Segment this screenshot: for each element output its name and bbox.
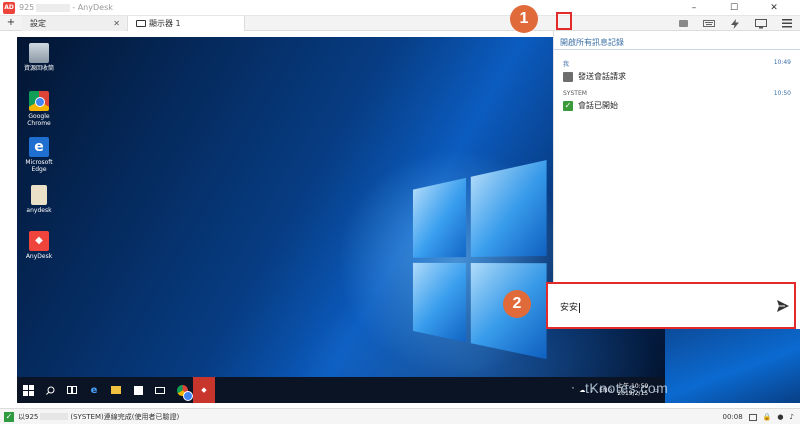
chat-input[interactable]: 安安	[560, 300, 760, 313]
taskbar-mail[interactable]	[149, 377, 171, 403]
remote-taskbar: e ◆ ˄ ☁ ♪ ENG 上午 10:59 2019/2/15 ▭	[17, 377, 665, 403]
folder-icon	[111, 386, 121, 394]
chat-button[interactable]	[670, 16, 696, 31]
monitor-icon	[136, 20, 146, 27]
close-button[interactable]: ✕	[754, 0, 794, 16]
lock-icon[interactable]: 🔒	[763, 413, 772, 421]
audio-icon[interactable]: ♪	[790, 413, 794, 421]
task-view-icon	[67, 386, 77, 394]
taskbar-explorer[interactable]	[105, 377, 127, 403]
send-icon[interactable]	[776, 299, 790, 313]
chat-input-value: 安安	[560, 303, 579, 313]
desktop-icon-anydesk-folder[interactable]: anydesk	[21, 185, 57, 214]
chat-button-highlight	[556, 12, 572, 30]
title-app: - AnyDesk	[72, 3, 113, 12]
edge-icon: e	[29, 137, 49, 157]
start-button[interactable]	[17, 377, 39, 403]
status-bar: ✓ 以925 (SYSTEM)連線完成(使用者已驗證) 00:08 🔒 ● ♪	[0, 408, 800, 424]
desktop-icon-recycle-bin[interactable]: 資源回收筒	[21, 43, 57, 72]
tab-display[interactable]: 顯示器 1	[127, 16, 245, 31]
screen-icon[interactable]	[748, 413, 757, 421]
chrome-icon	[29, 91, 49, 111]
chat-time: 10:49	[773, 59, 791, 66]
desktop-icon-label: Google Chrome	[27, 113, 51, 127]
tab-settings[interactable]: 設定 ✕	[22, 16, 126, 31]
hamburger-icon	[782, 19, 792, 28]
status-indicators: 00:08 🔒 ● ♪	[723, 409, 794, 424]
chat-message: 我 10:49 發送會話請求	[563, 59, 791, 82]
chat-sender: SYSTEM	[563, 90, 587, 97]
connected-check-icon: ✓	[4, 411, 14, 422]
store-icon	[133, 385, 143, 395]
add-tab-button[interactable]: +	[4, 16, 18, 31]
desktop-icon-chrome[interactable]: Google Chrome	[21, 91, 57, 127]
keyboard-button[interactable]	[696, 16, 722, 31]
desktop-icon-label: AnyDesk	[25, 253, 53, 260]
taskbar-edge[interactable]: e	[83, 377, 105, 403]
chat-header-divider	[554, 49, 800, 50]
desktop-icon-edge[interactable]: e Microsoft Edge	[21, 137, 57, 173]
anydesk-logo-icon: AD	[3, 1, 15, 14]
anydesk-icon: ◆	[29, 231, 49, 251]
session-toolbar	[670, 16, 800, 31]
desktop-icon-anydesk[interactable]: ◆ AnyDesk	[21, 231, 57, 260]
watermark: tKnotes.com	[585, 380, 669, 396]
tab-settings-label: 設定	[30, 19, 46, 28]
menu-button[interactable]	[774, 16, 800, 31]
redacted-id-mask	[36, 3, 71, 12]
desktop-icon-label: 資源回收筒	[23, 65, 54, 72]
desktop-icon-label: anydesk	[26, 207, 52, 214]
keyboard-icon	[703, 20, 715, 27]
monitor-icon	[755, 18, 767, 28]
display-button[interactable]	[748, 16, 774, 31]
windows-start-icon	[22, 384, 34, 396]
check-icon: ✓	[563, 100, 573, 111]
chat-time: 10:50	[773, 90, 791, 97]
person-icon[interactable]: ●	[777, 413, 783, 421]
maximize-button[interactable]: ☐	[714, 0, 754, 16]
tab-settings-close-icon[interactable]: ✕	[113, 19, 120, 28]
search-button[interactable]	[39, 377, 61, 403]
tab-display-label: 顯示器 1	[149, 19, 181, 28]
status-message: (SYSTEM)連線完成(使用者已驗證)	[70, 412, 180, 421]
session-timer: 00:08	[722, 413, 743, 421]
edge-icon: e	[90, 384, 98, 396]
taskbar-anydesk[interactable]: ◆	[193, 377, 215, 403]
chat-text: 會話已開始	[578, 101, 618, 110]
anydesk-icon: ◆	[201, 386, 207, 394]
folder-icon	[31, 185, 47, 205]
text-caret	[579, 302, 581, 313]
chrome-icon	[176, 384, 193, 401]
minimize-button[interactable]: –	[674, 0, 714, 16]
chat-sender: 我	[563, 61, 570, 68]
search-icon	[45, 386, 54, 395]
actions-button[interactable]	[722, 16, 748, 31]
tray-up-arrow-icon[interactable]: ˄	[571, 387, 574, 394]
task-view-button[interactable]	[61, 377, 83, 403]
title-bar: AD 925 - AnyDesk – ☐ ✕	[0, 0, 800, 16]
mail-icon	[155, 386, 165, 394]
chat-input-box[interactable]: 安安	[546, 282, 796, 329]
chat-history-link[interactable]: 開啟所有訊息記錄	[560, 37, 624, 48]
recycle-bin-icon	[29, 43, 49, 63]
remote-desktop-edge	[665, 329, 800, 403]
redacted-id-mask	[40, 413, 69, 420]
window-title: 925 - AnyDesk	[19, 3, 113, 12]
status-prefix: 以925	[18, 412, 39, 421]
tab-bar: + 設定 ✕ 顯示器 1	[0, 16, 800, 31]
chat-icon	[678, 20, 688, 27]
desktop-icon-label: Microsoft Edge	[25, 159, 53, 173]
step-marker-2: 2	[503, 290, 531, 318]
chat-text: 發送會話請求	[578, 72, 626, 81]
chat-message: SYSTEM 10:50 ✓ 會話已開始	[563, 90, 791, 111]
step-marker-1: 1	[510, 5, 538, 33]
taskbar-chrome[interactable]	[171, 377, 193, 403]
title-id: 925	[19, 3, 35, 12]
lightning-icon	[731, 18, 739, 29]
taskbar-store[interactable]	[127, 377, 149, 403]
monitor-icon	[563, 71, 573, 82]
windows-wallpaper-logo	[412, 159, 551, 365]
window-controls: – ☐ ✕	[674, 0, 794, 16]
